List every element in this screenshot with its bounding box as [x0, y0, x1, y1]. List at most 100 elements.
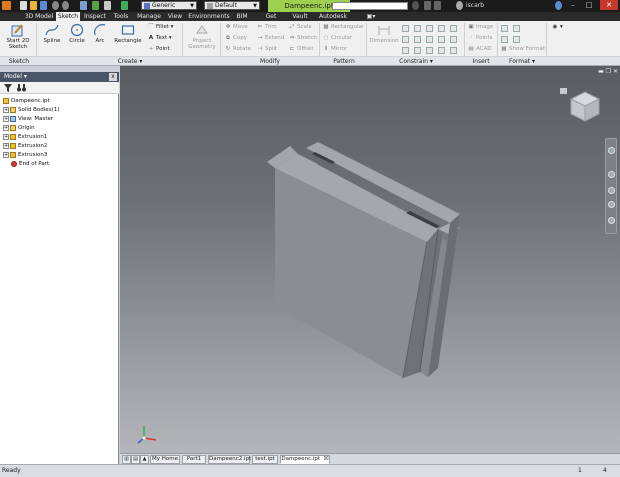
- horizontal-constraint-icon[interactable]: [414, 36, 421, 43]
- material-icon[interactable]: [121, 1, 128, 10]
- expand-icon[interactable]: +: [3, 133, 9, 140]
- close-button[interactable]: ✕: [600, 0, 618, 10]
- expand-icon[interactable]: +: [3, 151, 9, 158]
- expand-icon[interactable]: +: [3, 124, 9, 131]
- filter-icon[interactable]: [4, 84, 12, 92]
- dimension-button[interactable]: Dimension: [369, 23, 399, 44]
- cascade-view-button[interactable]: ▤: [131, 455, 140, 464]
- arc-button[interactable]: Arc: [90, 23, 110, 44]
- tree-item-view-master[interactable]: + View: Master: [3, 115, 53, 123]
- appearance-select[interactable]: Default ▼: [204, 1, 260, 10]
- extend-button[interactable]: → Extend: [257, 35, 285, 42]
- close-tab-icon[interactable]: ☒: [324, 456, 329, 462]
- parallel-constraint-icon[interactable]: [450, 25, 457, 32]
- help-icon[interactable]: [555, 1, 562, 10]
- equal-constraint-icon[interactable]: [414, 47, 421, 54]
- rectangle-button[interactable]: Rectangle: [113, 23, 143, 44]
- expand-icon[interactable]: +: [3, 115, 9, 122]
- coincident-constraint-icon[interactable]: [402, 25, 409, 32]
- tree-item-solid-bodies[interactable]: + Solid Bodies(1): [3, 106, 59, 114]
- center-point-icon[interactable]: [501, 36, 508, 43]
- start-sketch-button[interactable]: Start 2D Sketch: [4, 23, 32, 50]
- doc-tab-my-home[interactable]: My Home: [150, 455, 180, 464]
- mirror-button[interactable]: ⫴ Mirror: [323, 46, 347, 53]
- ribbon-extra-dropdown[interactable]: ◉ ▾: [552, 24, 563, 31]
- symmetric-constraint-icon[interactable]: [402, 47, 409, 54]
- ribbon-options-icon[interactable]: ▣▾: [364, 12, 378, 21]
- pan-icon[interactable]: [608, 171, 615, 178]
- tree-item-extrusion3[interactable]: + Extrusion3: [3, 151, 47, 159]
- home-icon[interactable]: [80, 1, 87, 10]
- expand-icon[interactable]: +: [3, 106, 9, 113]
- perpendicular-constraint-icon[interactable]: [402, 36, 409, 43]
- spline-button[interactable]: Spline: [40, 23, 64, 44]
- tabs-menu-button[interactable]: ▲: [140, 455, 149, 464]
- doc-tab-dampeenc2[interactable]: Dampeenc2.ipt: [208, 455, 251, 464]
- search-input[interactable]: [332, 2, 408, 10]
- select-icon[interactable]: [104, 1, 111, 10]
- open-file-icon[interactable]: [30, 1, 37, 10]
- rectangular-pattern-button[interactable]: ▦ Rectangular: [323, 24, 364, 31]
- part-model[interactable]: [120, 66, 620, 453]
- vertical-constraint-icon[interactable]: [426, 36, 433, 43]
- circular-pattern-button[interactable]: ◌ Circular: [323, 35, 353, 42]
- move-button[interactable]: ✥ Move: [225, 24, 248, 31]
- centerline-icon[interactable]: [513, 25, 520, 32]
- home-view-icon[interactable]: [560, 88, 567, 94]
- fillet-button[interactable]: ⌒ Fillet ▾: [148, 24, 173, 31]
- steering-wheel-icon[interactable]: [608, 147, 615, 154]
- maximize-button[interactable]: □: [582, 0, 596, 10]
- construction-icon[interactable]: [501, 25, 508, 32]
- browser-close-button[interactable]: x: [109, 73, 117, 81]
- graphics-viewport[interactable]: ▬ ❐ ✕: [120, 66, 620, 453]
- new-file-icon[interactable]: [20, 1, 27, 10]
- insert-image-button[interactable]: ▣ Image: [468, 24, 493, 31]
- tab-sketch[interactable]: Sketch: [56, 12, 80, 21]
- concentric-constraint-icon[interactable]: [426, 25, 433, 32]
- copy-button[interactable]: ⧉ Copy: [225, 35, 247, 42]
- tab-3d-model[interactable]: 3D Model: [24, 12, 54, 21]
- driven-dimension-icon[interactable]: [513, 36, 520, 43]
- panel-label-create[interactable]: Create ▾: [100, 58, 160, 66]
- insert-points-button[interactable]: ⁖ Points: [468, 35, 492, 42]
- rotate-button[interactable]: ↻ Rotate: [225, 46, 251, 53]
- collinear-constraint-icon[interactable]: [414, 25, 421, 32]
- relax-mode-icon[interactable]: [450, 47, 457, 54]
- tree-item-end-of-part[interactable]: End of Part: [11, 160, 49, 168]
- minimize-button[interactable]: –: [566, 0, 580, 10]
- expand-icon[interactable]: +: [3, 142, 9, 149]
- search-icon[interactable]: [412, 1, 419, 10]
- tree-item-extrusion1[interactable]: + Extrusion1: [3, 133, 47, 141]
- doc-tab-dampeenc[interactable]: Dampeenc.ipt ☒: [280, 455, 330, 464]
- point-button[interactable]: + Point: [148, 46, 170, 53]
- tab-vault[interactable]: Vault: [291, 12, 309, 21]
- constraint-settings-icon[interactable]: [438, 47, 445, 54]
- insert-acad-button[interactable]: ▤ ACAD: [468, 46, 491, 53]
- panel-label-format[interactable]: Format ▾: [500, 58, 544, 66]
- text-button[interactable]: A Text ▾: [148, 35, 172, 42]
- circle-button[interactable]: Circle: [66, 23, 88, 44]
- tab-manage[interactable]: Manage: [135, 12, 163, 21]
- panel-label-modify[interactable]: Modify: [250, 58, 290, 66]
- communication-icon[interactable]: [434, 1, 441, 10]
- doc-tab-part1[interactable]: Part1: [182, 455, 206, 464]
- browser-header[interactable]: Model ▾ x: [0, 72, 119, 82]
- tree-item-origin[interactable]: + Origin: [3, 124, 35, 132]
- tab-inspect[interactable]: Inspect: [83, 12, 107, 21]
- user-name[interactable]: iscarb: [466, 2, 484, 9]
- panel-label-insert[interactable]: Insert: [466, 58, 496, 66]
- split-button[interactable]: ⊣ Split: [257, 46, 278, 53]
- update-icon[interactable]: [92, 1, 99, 10]
- tab-get-started[interactable]: Get Started: [254, 12, 288, 29]
- tree-item-part[interactable]: Dampeenc.ipt: [3, 97, 50, 105]
- tab-view[interactable]: View: [166, 12, 184, 21]
- user-icon[interactable]: [456, 1, 463, 10]
- trim-button[interactable]: ✂ Trim: [257, 24, 277, 31]
- orbit-icon[interactable]: [608, 201, 615, 208]
- binoculars-icon[interactable]: [17, 84, 26, 92]
- tab-environments[interactable]: Environments: [187, 12, 231, 21]
- tangent-constraint-icon[interactable]: [438, 36, 445, 43]
- tab-bim[interactable]: BIM: [234, 12, 250, 21]
- undo-icon[interactable]: [52, 1, 59, 10]
- material-select[interactable]: Generic ▼: [141, 1, 197, 10]
